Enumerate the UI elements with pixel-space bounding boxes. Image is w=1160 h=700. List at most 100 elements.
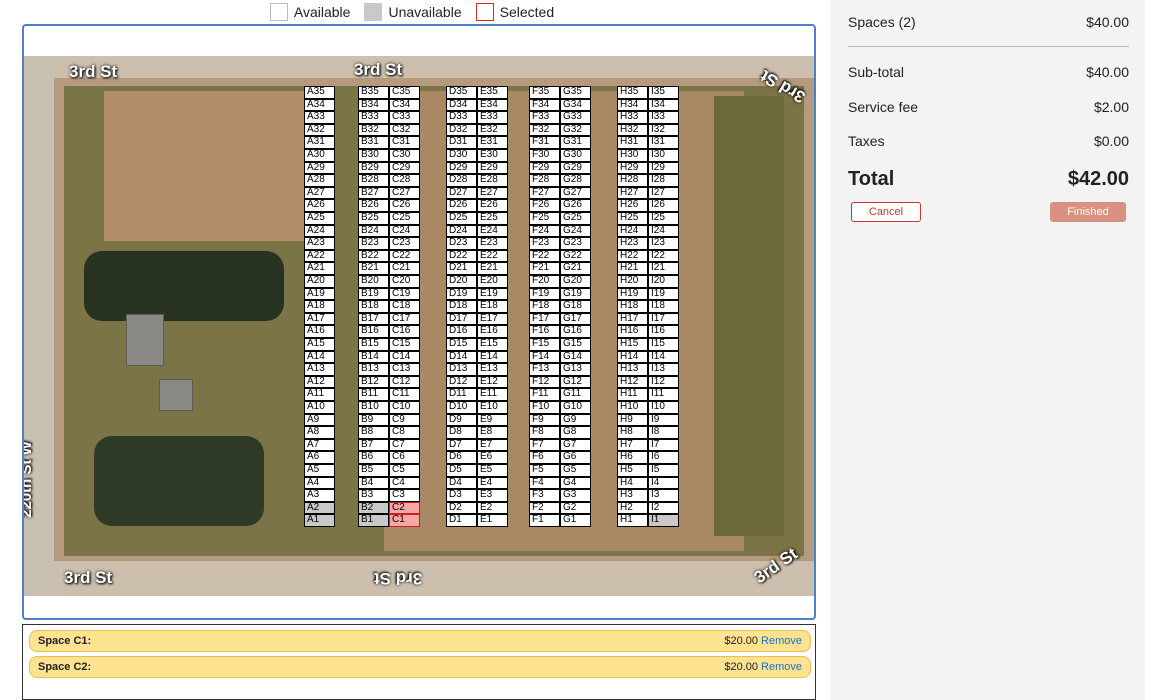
space-g27[interactable]: G27 [560,186,591,200]
space-f33[interactable]: F33 [529,111,560,124]
space-d15[interactable]: D15 [446,338,477,351]
space-e11[interactable]: E11 [477,388,508,401]
space-d19[interactable]: D19 [446,287,477,301]
space-f12[interactable]: F12 [529,375,560,389]
space-f13[interactable]: F13 [529,363,560,376]
space-f20[interactable]: F20 [529,275,560,288]
space-d1[interactable]: D1 [446,514,477,527]
space-e31[interactable]: E31 [477,136,508,149]
space-b24[interactable]: B24 [358,224,389,238]
space-d2[interactable]: D2 [446,501,477,515]
space-i13[interactable]: I13 [648,363,679,376]
space-f25[interactable]: F25 [529,212,560,225]
space-g11[interactable]: G11 [560,388,591,401]
space-g9[interactable]: G9 [560,413,591,427]
space-f32[interactable]: F32 [529,123,560,137]
space-g35[interactable]: G35 [560,86,591,99]
space-c28[interactable]: C28 [389,174,420,187]
space-i15[interactable]: I15 [648,338,679,351]
space-g16[interactable]: G16 [560,325,591,338]
space-c31[interactable]: C31 [389,136,420,149]
space-g13[interactable]: G13 [560,363,591,376]
space-i18[interactable]: I18 [648,300,679,313]
space-c20[interactable]: C20 [389,275,420,288]
space-i11[interactable]: I11 [648,388,679,401]
space-g5[interactable]: G5 [560,464,591,477]
space-b18[interactable]: B18 [358,300,389,313]
space-a8[interactable]: A8 [304,426,335,439]
space-c22[interactable]: C22 [389,249,420,263]
space-f23[interactable]: F23 [529,237,560,250]
space-e19[interactable]: E19 [477,287,508,301]
space-e24[interactable]: E24 [477,224,508,238]
space-c16[interactable]: C16 [389,325,420,338]
space-e25[interactable]: E25 [477,212,508,225]
space-h17[interactable]: H17 [617,312,648,326]
space-a6[interactable]: A6 [304,451,335,464]
space-h2[interactable]: H2 [617,501,648,515]
space-g32[interactable]: G32 [560,123,591,137]
space-a13[interactable]: A13 [304,363,335,376]
space-c14[interactable]: C14 [389,350,420,364]
space-d21[interactable]: D21 [446,262,477,275]
space-d24[interactable]: D24 [446,224,477,238]
space-c4[interactable]: C4 [389,476,420,490]
space-a19[interactable]: A19 [304,287,335,301]
space-b11[interactable]: B11 [358,388,389,401]
space-d14[interactable]: D14 [446,350,477,364]
space-d6[interactable]: D6 [446,451,477,464]
space-b29[interactable]: B29 [358,161,389,175]
space-a20[interactable]: A20 [304,275,335,288]
space-i34[interactable]: I34 [648,98,679,112]
space-f8[interactable]: F8 [529,426,560,439]
space-c15[interactable]: C15 [389,338,420,351]
space-f4[interactable]: F4 [529,476,560,490]
space-i30[interactable]: I30 [648,149,679,162]
space-g28[interactable]: G28 [560,174,591,187]
space-h34[interactable]: H34 [617,98,648,112]
space-h19[interactable]: H19 [617,287,648,301]
space-e28[interactable]: E28 [477,174,508,187]
space-c2[interactable]: C2 [389,501,420,515]
space-d17[interactable]: D17 [446,312,477,326]
space-g31[interactable]: G31 [560,136,591,149]
space-e4[interactable]: E4 [477,476,508,490]
space-a24[interactable]: A24 [304,224,335,238]
space-d5[interactable]: D5 [446,464,477,477]
space-e9[interactable]: E9 [477,413,508,427]
space-i24[interactable]: I24 [648,224,679,238]
space-b15[interactable]: B15 [358,338,389,351]
space-i8[interactable]: I8 [648,426,679,439]
space-h13[interactable]: H13 [617,363,648,376]
space-d33[interactable]: D33 [446,111,477,124]
space-i12[interactable]: I12 [648,375,679,389]
space-b26[interactable]: B26 [358,199,389,212]
space-b25[interactable]: B25 [358,212,389,225]
space-b13[interactable]: B13 [358,363,389,376]
space-c10[interactable]: C10 [389,401,420,414]
space-d9[interactable]: D9 [446,413,477,427]
space-h22[interactable]: H22 [617,249,648,263]
space-g22[interactable]: G22 [560,249,591,263]
space-e34[interactable]: E34 [477,98,508,112]
space-e12[interactable]: E12 [477,375,508,389]
space-f10[interactable]: F10 [529,401,560,414]
space-f30[interactable]: F30 [529,149,560,162]
space-c23[interactable]: C23 [389,237,420,250]
space-i28[interactable]: I28 [648,174,679,187]
finished-button[interactable]: Finished [1050,202,1126,222]
space-c7[interactable]: C7 [389,438,420,452]
space-i10[interactable]: I10 [648,401,679,414]
space-c1[interactable]: C1 [389,514,420,527]
space-d3[interactable]: D3 [446,489,477,502]
space-h6[interactable]: H6 [617,451,648,464]
space-d7[interactable]: D7 [446,438,477,452]
space-d18[interactable]: D18 [446,300,477,313]
space-f7[interactable]: F7 [529,438,560,452]
space-e33[interactable]: E33 [477,111,508,124]
space-g6[interactable]: G6 [560,451,591,464]
space-a3[interactable]: A3 [304,489,335,502]
space-d26[interactable]: D26 [446,199,477,212]
space-e32[interactable]: E32 [477,123,508,137]
space-a30[interactable]: A30 [304,149,335,162]
